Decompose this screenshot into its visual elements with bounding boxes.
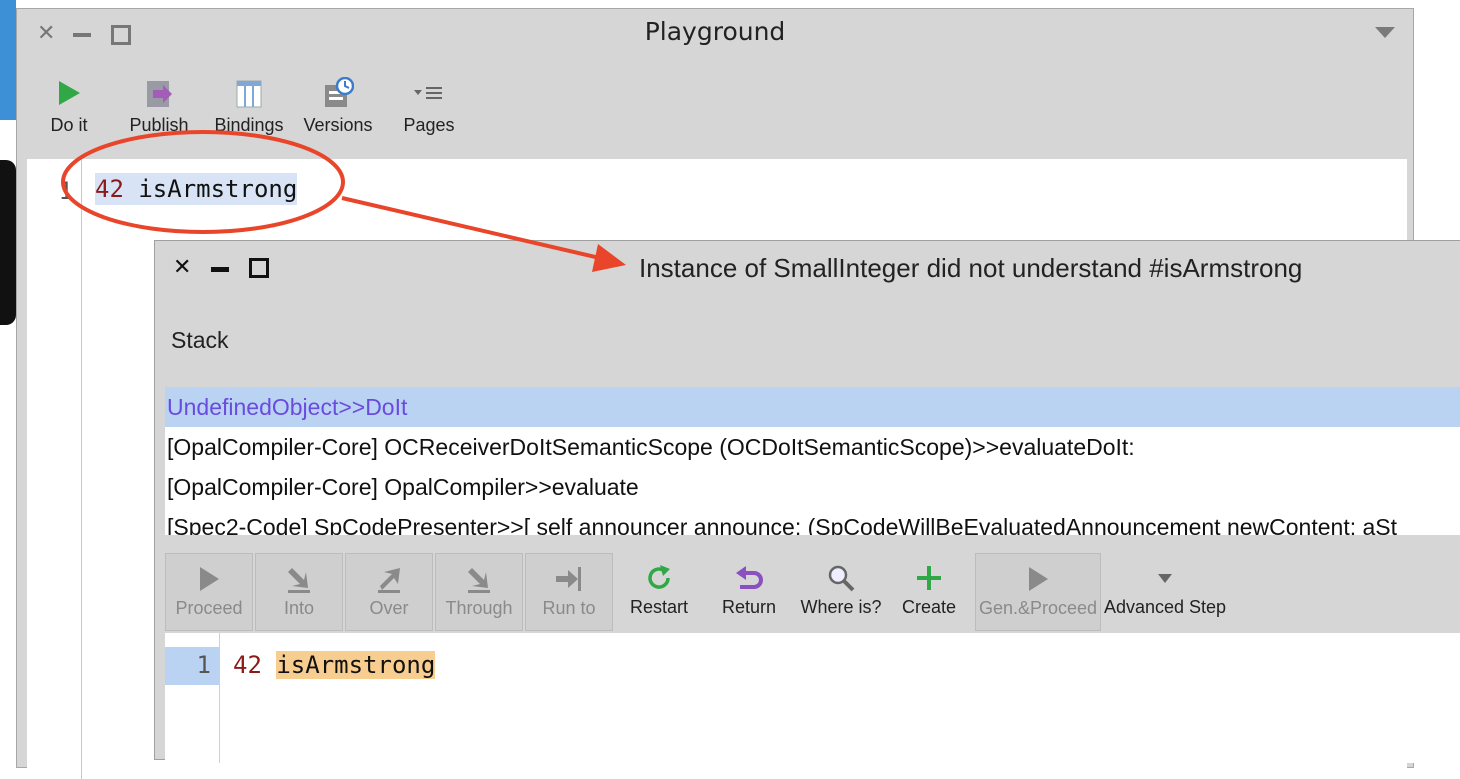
stack-label: Stack [171,327,229,353]
pages-label: Pages [403,115,455,135]
step-through-icon [468,568,490,593]
chevron-down-icon [1158,574,1172,583]
publish-label: Publish [129,115,189,135]
restart-label: Restart [629,597,689,617]
proceed-label: Proceed [175,598,243,618]
code-number-literal: 42 [233,651,262,679]
where-is-button[interactable]: Where is? [795,553,887,631]
versions-button[interactable]: Versions [303,77,373,136]
code-number-literal: 42 [95,175,124,203]
publish-icon [147,81,172,107]
advanced-step-label: Advanced Step [1103,597,1227,617]
into-label: Into [283,598,315,618]
restart-icon [648,565,670,589]
close-icon[interactable]: ✕ [173,255,191,280]
bindings-label: Bindings [214,115,284,135]
proceed-button[interactable]: Proceed [165,553,253,631]
line-gutter: 1 [27,159,82,779]
debugger-title: Instance of SmallInteger did not underst… [639,253,1303,283]
debugger-window: ✕ Instance of SmallInteger did not under… [154,240,1460,763]
through-label: Through [445,598,513,618]
return-button[interactable]: Return [705,553,793,631]
pages-button[interactable]: Pages [401,77,457,136]
step-over-icon [378,568,400,593]
play-icon [59,81,80,105]
run-to-label: Run to [542,598,596,618]
search-icon [828,565,855,592]
create-label: Create [901,597,957,617]
play-icon [200,567,219,591]
gen-proceed-label: Gen.&Proceed [978,598,1098,618]
bindings-button[interactable]: Bindings [211,77,287,136]
stack-list[interactable]: UndefinedObject>>DoIt [OpalCompiler-Core… [165,387,1460,535]
debugger-toolbar: Proceed Into Over Through Run to Restart… [165,551,1460,635]
run-to-button[interactable]: Run to [525,553,613,631]
versions-label: Versions [303,115,373,135]
maximize-icon[interactable] [249,258,269,278]
line-number: 1 [196,651,211,679]
where-is-label: Where is? [800,597,882,617]
do-it-button[interactable]: Do it [45,77,93,136]
code-line[interactable]: 42 isArmstrong [95,173,298,205]
plus-icon [917,566,941,590]
stack-frame[interactable]: [Spec2-Code] SpCodePresenter>>[ self ann… [165,507,1460,535]
stack-frame[interactable]: [OpalCompiler-Core] OpalCompiler>>evalua… [165,467,1460,507]
versions-icon [325,77,354,107]
return-label: Return [721,597,777,617]
return-icon [736,566,763,589]
code-line[interactable]: 42 isArmstrong [233,651,436,679]
into-button[interactable]: Into [255,553,343,631]
do-it-label: Do it [50,115,88,135]
restart-button[interactable]: Restart [615,553,703,631]
over-label: Over [369,598,409,618]
chevron-down-icon[interactable] [1375,27,1395,38]
stack-frame[interactable]: UndefinedObject>>DoIt [165,387,1460,427]
code-selector: isArmstrong [138,175,298,203]
line-number: 1 [58,177,73,205]
playground-title: Playground [644,17,786,46]
through-button[interactable]: Through [435,553,523,631]
playground-titlebar[interactable]: ✕ Playground [17,9,1413,61]
gen-proceed-button[interactable]: Gen.&Proceed [975,553,1101,631]
create-button[interactable]: Create [885,553,973,631]
stack-frame[interactable]: [OpalCompiler-Core] OCReceiverDoItSemant… [165,427,1460,467]
desktop-background-shape [0,160,16,325]
desktop-background [0,0,16,120]
over-button[interactable]: Over [345,553,433,631]
code-selector-highlighted: isArmstrong [276,651,436,679]
run-to-icon [556,567,581,591]
advanced-step-button[interactable]: Advanced Step [1103,553,1227,631]
step-into-icon [288,568,310,593]
publish-button[interactable]: Publish [125,77,193,136]
minimize-icon[interactable] [211,267,229,272]
play-icon [1029,567,1048,591]
pages-icon [414,87,442,99]
bindings-icon [236,80,262,108]
